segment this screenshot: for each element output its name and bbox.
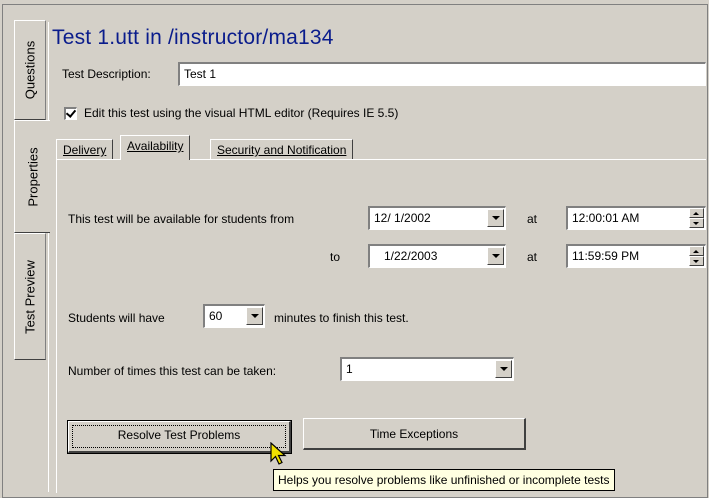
tab-security-notification-label: Security and Notification [217, 143, 347, 157]
visual-editor-label: Edit this test using the visual HTML edi… [84, 106, 399, 120]
tooltip: Helps you resolve problems like unfinish… [273, 469, 615, 491]
side-tab-strip: Questions Properties Test Preview [14, 20, 50, 490]
tab-properties-label: Properties [25, 146, 40, 207]
tab-questions-label: Questions [22, 40, 38, 100]
tab-test-preview[interactable]: Test Preview [14, 233, 46, 360]
spin-up-icon[interactable] [689, 246, 704, 256]
chevron-down-icon[interactable] [246, 307, 263, 325]
minutes-value: 60 [209, 309, 223, 323]
tab-delivery-label: Delivery [63, 143, 107, 157]
students-will-have-label: Students will have [68, 311, 165, 325]
tab-questions[interactable]: Questions [14, 20, 46, 120]
tab-availability-label: Availability [127, 139, 184, 153]
from-time-spinner[interactable]: 12:00:01 AM [566, 206, 706, 230]
resolve-test-problems-label: Resolve Test Problems [72, 425, 286, 448]
tab-test-preview-label: Test Preview [22, 259, 38, 334]
tab-delivery[interactable]: Delivery [56, 139, 114, 159]
from-date-value: 12/ 1/2002 [374, 211, 431, 225]
chevron-down-icon[interactable] [495, 360, 512, 378]
time-exceptions-button[interactable]: Time Exceptions [303, 418, 526, 450]
to-time-spinner[interactable]: 11:59:59 PM [566, 244, 706, 268]
available-from-label: This test will be available for students… [68, 212, 295, 226]
chevron-down-icon[interactable] [487, 247, 504, 265]
mouse-pointer-icon [270, 442, 287, 465]
from-date-select[interactable]: 12/ 1/2002 [368, 206, 506, 230]
to-date-select[interactable]: 1/22/2003 [368, 244, 506, 268]
from-time-value: 12:00:01 AM [572, 211, 640, 225]
visual-editor-checkbox[interactable] [64, 107, 77, 120]
spin-down-icon[interactable] [689, 256, 704, 266]
from-at-label: at [527, 212, 538, 226]
resolve-test-problems-button[interactable]: Resolve Test Problems [67, 420, 292, 454]
attempts-label: Number of times this test can be taken: [68, 364, 277, 378]
test-description-label: Test Description: [62, 67, 151, 81]
tab-security-notification[interactable]: Security and Notification [210, 139, 354, 159]
to-time-value: 11:59:59 PM [572, 249, 640, 263]
page-title: Test 1.utt in /instructor/ma134 [52, 26, 334, 49]
minutes-label: minutes to finish this test. [274, 311, 409, 325]
tab-availability[interactable]: Availability [120, 135, 191, 160]
available-to-label: to [330, 250, 341, 264]
minutes-select[interactable]: 60 [203, 304, 265, 328]
spin-up-icon[interactable] [689, 208, 704, 218]
attempts-select[interactable]: 1 [340, 357, 514, 381]
to-date-value: 1/22/2003 [384, 249, 438, 263]
spin-down-icon[interactable] [689, 218, 704, 228]
tab-properties[interactable]: Properties [14, 120, 50, 233]
chevron-down-icon[interactable] [487, 209, 504, 227]
test-description-input[interactable]: Test 1 [178, 62, 706, 86]
attempts-value: 1 [346, 362, 353, 376]
to-at-label: at [527, 250, 538, 264]
